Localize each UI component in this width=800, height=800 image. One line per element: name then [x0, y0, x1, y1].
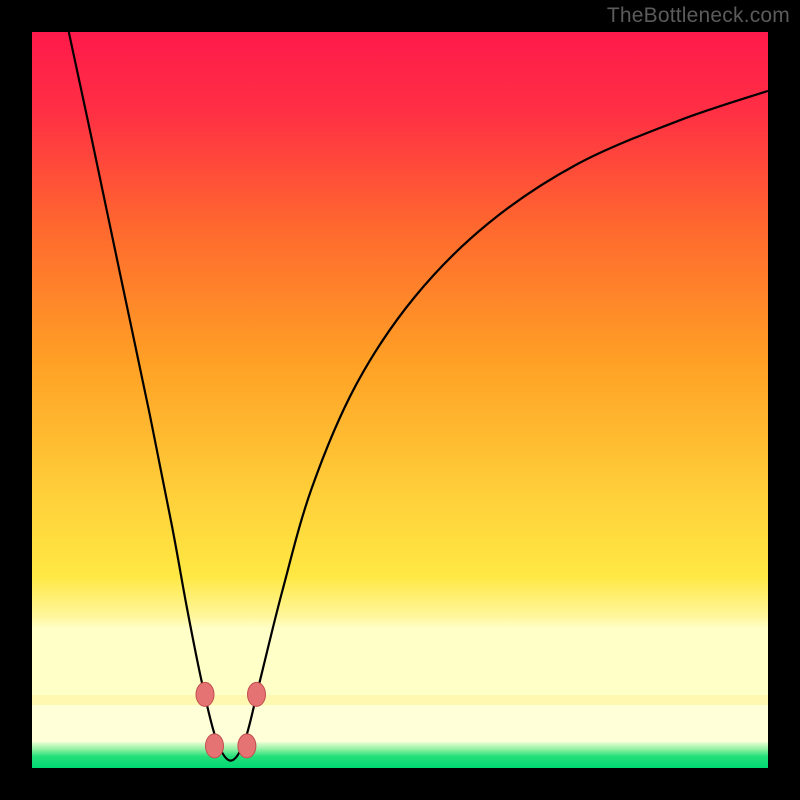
- curve-marker: [238, 734, 256, 758]
- attribution-text: TheBottleneck.com: [607, 4, 790, 28]
- curve-marker: [196, 682, 214, 706]
- curve-marker: [248, 682, 266, 706]
- curve-marker: [206, 734, 224, 758]
- chart-svg: [32, 32, 768, 768]
- pale-band-top: [32, 695, 768, 705]
- plot-area: [32, 32, 768, 768]
- green-band: [32, 742, 768, 768]
- gradient-background: [32, 32, 768, 695]
- chart-frame: TheBottleneck.com: [0, 0, 800, 800]
